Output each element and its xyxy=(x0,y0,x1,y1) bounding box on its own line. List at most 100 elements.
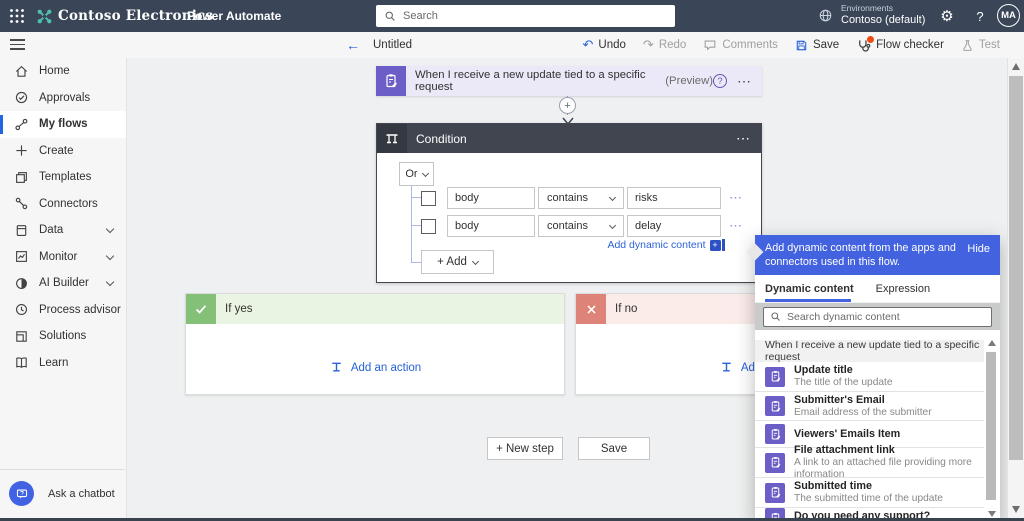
sidebar-item-my-flows[interactable]: My flows xyxy=(0,111,126,138)
sidebar-nav: Home Approvals My flows Create Templates… xyxy=(0,58,127,521)
sidebar-item-ai-builder[interactable]: AI Builder xyxy=(0,270,126,297)
hide-button[interactable]: Hide xyxy=(967,242,990,256)
dynamic-content-search-input[interactable] xyxy=(787,311,985,323)
sidebar-item-label: Solutions xyxy=(39,330,86,342)
list-item[interactable]: File attachment linkA link to an attache… xyxy=(755,448,984,478)
sidebar-item-label: Process advisor xyxy=(39,304,121,316)
condition-operator-select[interactable]: contains xyxy=(538,215,624,237)
panel-scrollbar[interactable] xyxy=(986,340,998,517)
help-icon[interactable]: ? xyxy=(965,0,995,32)
chatbot-label: Ask a chatbot xyxy=(48,488,115,500)
scrollbar-thumb[interactable] xyxy=(1009,76,1023,460)
condition-value-input[interactable] xyxy=(627,215,721,237)
sidebar-item-solutions[interactable]: Solutions xyxy=(0,323,126,350)
dynamic-content-panel: Add dynamic content from the apps and co… xyxy=(755,235,1000,521)
scroll-up-icon[interactable] xyxy=(988,340,996,346)
undo-icon: ↶ xyxy=(583,37,594,53)
sidebar-item-home[interactable]: Home xyxy=(0,58,126,85)
trigger-card[interactable]: When I receive a new update tied to a sp… xyxy=(376,66,762,96)
sidebar-item-label: Home xyxy=(39,65,70,77)
list-item[interactable]: Submitter's EmailEmail address of the su… xyxy=(755,392,984,421)
command-toolbar: ← Untitled ↶ Undo ↷ Redo Comments Save xyxy=(0,32,1024,58)
environment-picker[interactable]: Environments Contoso (default) xyxy=(818,3,925,27)
condition-row: contains ⋯ xyxy=(421,215,743,237)
condition-operator-select[interactable]: contains xyxy=(538,187,624,209)
comments-label: Comments xyxy=(722,39,778,51)
new-step-button[interactable]: + New step xyxy=(487,437,563,460)
add-condition-button[interactable]: + Add xyxy=(421,250,494,274)
sidebar-item-process-advisor[interactable]: Process advisor xyxy=(0,297,126,324)
sidebar-item-label: AI Builder xyxy=(39,277,89,289)
row-checkbox[interactable] xyxy=(421,219,436,234)
approvals-icon xyxy=(13,90,29,106)
if-yes-add-action-link[interactable]: Add an action xyxy=(186,360,564,375)
global-search[interactable] xyxy=(376,5,675,27)
sidebar-item-connectors[interactable]: Connectors xyxy=(0,191,126,218)
flow-save-button[interactable]: Save xyxy=(578,437,650,460)
row-more-icon[interactable]: ⋯ xyxy=(729,222,743,230)
item-desc: The submitted time of the update xyxy=(794,493,943,505)
row-checkbox[interactable] xyxy=(421,191,436,206)
sidebar-item-label: My flows xyxy=(39,118,88,130)
top-nav: Contoso Electronics Power Automate Envir… xyxy=(0,0,1024,32)
connector-icon xyxy=(765,367,785,387)
join-operator-dropdown[interactable]: Or xyxy=(399,162,434,186)
condition-icon xyxy=(377,124,407,153)
condition-field-input[interactable] xyxy=(447,215,535,237)
sidebar-item-label: Learn xyxy=(39,357,68,369)
trigger-help-icon[interactable]: ? xyxy=(713,74,727,88)
sidebar-item-label: Monitor xyxy=(39,251,77,263)
scroll-down-icon[interactable] xyxy=(988,511,996,517)
undo-button[interactable]: ↶ Undo xyxy=(583,37,626,53)
scroll-down-icon[interactable] xyxy=(1012,506,1020,513)
condition-field-input[interactable] xyxy=(447,187,535,209)
trigger-more-icon[interactable]: ⋯ xyxy=(737,76,752,86)
item-desc: Email address of the submitter xyxy=(794,407,932,419)
ai-builder-icon xyxy=(13,275,29,291)
chevron-down-icon xyxy=(106,278,114,286)
sidebar-item-approvals[interactable]: Approvals xyxy=(0,85,126,112)
comments-button[interactable]: Comments xyxy=(703,38,778,52)
waffle-menu-icon[interactable] xyxy=(9,8,25,24)
operator-value: contains xyxy=(547,192,588,204)
condition-value-input[interactable] xyxy=(627,187,721,209)
trigger-title: When I receive a new update tied to a sp… xyxy=(415,69,656,93)
hamburger-menu-icon[interactable] xyxy=(10,39,25,50)
add-condition-label: + Add xyxy=(437,256,467,268)
sidebar-item-templates[interactable]: Templates xyxy=(0,164,126,191)
redo-button[interactable]: ↷ Redo xyxy=(643,37,686,53)
account-avatar[interactable]: MA xyxy=(997,4,1020,27)
chevron-down-icon xyxy=(422,169,429,176)
condition-more-icon[interactable]: ⋯ xyxy=(736,130,761,147)
item-title: Submitted time xyxy=(794,480,943,493)
back-arrow-icon[interactable]: ← xyxy=(346,37,360,53)
add-dynamic-content-link[interactable]: Add dynamic content + xyxy=(607,239,725,251)
sidebar-item-data[interactable]: Data xyxy=(0,217,126,244)
save-button[interactable]: Save xyxy=(795,39,839,52)
flow-checker-button[interactable]: Flow checker xyxy=(856,38,944,53)
scrollbar-thumb[interactable] xyxy=(986,352,996,500)
list-item[interactable]: Update titleThe title of the update xyxy=(755,362,984,392)
undo-label: Undo xyxy=(598,39,626,51)
row-more-icon[interactable]: ⋯ xyxy=(729,194,743,202)
item-title: File attachment link xyxy=(794,444,984,457)
tab-dynamic-content[interactable]: Dynamic content xyxy=(765,283,854,295)
chevron-down-icon xyxy=(106,252,114,260)
test-button[interactable]: Test xyxy=(961,39,1000,52)
sidebar-item-monitor[interactable]: Monitor xyxy=(0,244,126,271)
flow-checker-badge xyxy=(867,36,874,43)
page-scrollbar[interactable] xyxy=(1007,58,1024,521)
sidebar-item-learn[interactable]: Learn xyxy=(0,350,126,377)
if-yes-header[interactable]: If yes xyxy=(186,294,564,324)
scroll-up-icon[interactable] xyxy=(1012,63,1020,70)
sidebar-item-label: Connectors xyxy=(39,198,98,210)
list-item[interactable]: Submitted timeThe submitted time of the … xyxy=(755,478,984,508)
app-name[interactable]: Power Automate xyxy=(187,0,281,32)
sidebar-item-create[interactable]: Create xyxy=(0,138,126,165)
chatbot-button[interactable] xyxy=(9,481,34,506)
dynamic-content-search[interactable] xyxy=(763,307,992,327)
settings-gear-icon[interactable]: ⚙ xyxy=(932,0,962,32)
tab-expression[interactable]: Expression xyxy=(876,283,930,295)
global-search-input[interactable] xyxy=(403,10,667,22)
condition-card: Condition ⋯ Or contains ⋯ xyxy=(376,123,762,283)
